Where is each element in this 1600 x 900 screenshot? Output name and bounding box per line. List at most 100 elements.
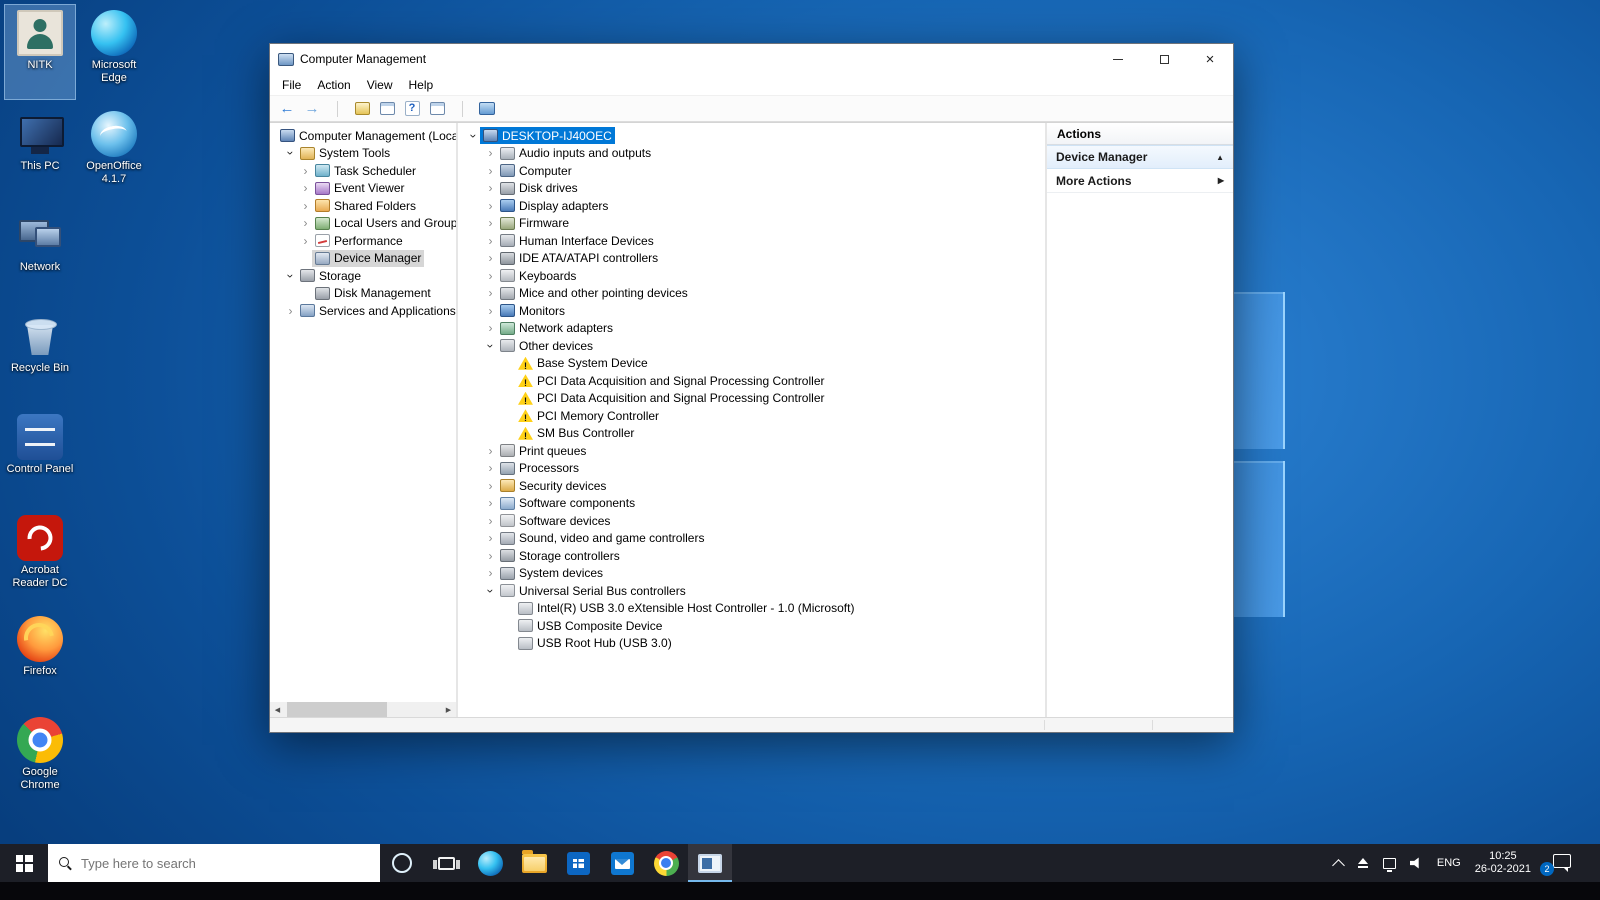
scrollbar-track[interactable] <box>285 702 441 717</box>
device-tree-item[interactable]: Processors <box>458 460 1045 478</box>
chevron-icon[interactable] <box>484 461 497 475</box>
device-tree-item[interactable]: IDE ATA/ATAPI controllers <box>458 250 1045 268</box>
chevron-icon[interactable] <box>299 164 312 178</box>
desktop-icon-nitk[interactable]: NITK <box>4 4 76 100</box>
chevron-icon[interactable] <box>484 164 497 178</box>
tree-shared-folders[interactable]: Shared Folders <box>270 197 456 215</box>
taskbar-computer-management[interactable] <box>688 844 732 882</box>
desktop-icon-control-panel[interactable]: Control Panel <box>4 408 76 504</box>
language-indicator[interactable]: ENG <box>1437 857 1461 869</box>
tree-performance[interactable]: Performance <box>270 232 456 250</box>
maximize-button[interactable] <box>1141 44 1187 74</box>
device-tree-item[interactable]: Software devices <box>458 512 1045 530</box>
safely-remove-hardware-icon[interactable] <box>1357 857 1369 869</box>
device-tree-item[interactable]: Mice and other pointing devices <box>458 285 1045 303</box>
tree-task-scheduler[interactable]: Task Scheduler <box>270 162 456 180</box>
chevron-icon[interactable] <box>484 216 497 230</box>
device-tree-item[interactable]: Network adapters <box>458 320 1045 338</box>
menu-action[interactable]: Action <box>309 74 358 95</box>
network-icon[interactable] <box>1382 857 1396 872</box>
volume-icon[interactable] <box>1409 857 1423 869</box>
device-pci-data-acquisition-1[interactable]: PCI Data Acquisition and Signal Processi… <box>458 372 1045 390</box>
desktop-icon-acrobat-reader[interactable]: Acrobat Reader DC <box>4 509 76 605</box>
device-root-desktop-ij40oec[interactable]: DESKTOP-IJ40OEC <box>458 127 1045 145</box>
chevron-icon[interactable] <box>484 286 497 300</box>
scroll-left-arrow[interactable]: ◀ <box>270 702 285 717</box>
chevron-icon[interactable] <box>484 584 498 597</box>
device-tree-item[interactable]: Disk drives <box>458 180 1045 198</box>
device-category-other-devices[interactable]: Other devices <box>458 337 1045 355</box>
chevron-icon[interactable] <box>484 304 497 318</box>
section-arrow-icon[interactable]: ▶ <box>1218 176 1224 185</box>
device-tree-item[interactable]: Sound, video and game controllers <box>458 530 1045 548</box>
taskbar-file-explorer[interactable] <box>512 844 556 882</box>
show-hide-button[interactable] <box>428 99 446 119</box>
tree-storage[interactable]: Storage <box>270 267 456 285</box>
chevron-icon[interactable] <box>484 531 497 545</box>
chevron-icon[interactable] <box>484 251 497 265</box>
chevron-icon[interactable] <box>299 216 312 230</box>
minimize-button[interactable] <box>1095 44 1141 74</box>
tree-computer-management-root[interactable]: Computer Management (Local) <box>270 127 456 145</box>
toolbar-separator[interactable] <box>328 99 346 119</box>
chevron-icon[interactable] <box>484 496 497 510</box>
scroll-right-arrow[interactable]: ▶ <box>441 702 456 717</box>
console-tree-button[interactable] <box>378 99 396 119</box>
device-intel-usb3-host-controller[interactable]: Intel(R) USB 3.0 eXtensible Host Control… <box>458 600 1045 618</box>
taskbar-store[interactable] <box>556 844 600 882</box>
menu-file[interactable]: File <box>274 74 309 95</box>
export-list-button[interactable] <box>353 99 371 119</box>
chevron-icon[interactable] <box>299 181 312 195</box>
desktop-icon-firefox[interactable]: Firefox <box>4 610 76 706</box>
device-tree-item[interactable]: Keyboards <box>458 267 1045 285</box>
chevron-icon[interactable] <box>484 199 497 213</box>
desktop-icon-recycle-bin[interactable]: Recycle Bin <box>4 307 76 403</box>
device-pci-memory-controller[interactable]: PCI Memory Controller <box>458 407 1045 425</box>
device-tree-item[interactable]: System devices <box>458 565 1045 583</box>
taskbar-mail[interactable] <box>600 844 644 882</box>
tree-system-tools[interactable]: System Tools <box>270 145 456 163</box>
taskbar-clock[interactable]: 10:25 26-02-2021 <box>1475 850 1531 876</box>
chevron-icon[interactable] <box>484 146 497 160</box>
device-base-system-device[interactable]: Base System Device <box>458 355 1045 373</box>
device-tree-item[interactable]: Software components <box>458 495 1045 513</box>
menu-view[interactable]: View <box>359 74 401 95</box>
tree-local-users-and-groups[interactable]: Local Users and Groups <box>270 215 456 233</box>
hidden-icons-chevron[interactable] <box>1332 857 1345 872</box>
device-tree-item[interactable]: Firmware <box>458 215 1045 233</box>
chevron-icon[interactable] <box>484 479 497 493</box>
device-tree-item[interactable]: Print queues <box>458 442 1045 460</box>
chevron-icon[interactable] <box>299 199 312 213</box>
desktop-icon-this-pc[interactable]: This PC <box>4 105 76 201</box>
tree-event-viewer[interactable]: Event Viewer <box>270 180 456 198</box>
menu-help[interactable]: Help <box>401 74 442 95</box>
actions-more-actions[interactable]: More Actions ▶ <box>1047 169 1233 193</box>
actions-device-manager[interactable]: Device Manager ▲ <box>1047 145 1233 169</box>
title-bar[interactable]: Computer Management × <box>270 44 1233 74</box>
device-usb-composite-device[interactable]: USB Composite Device <box>458 617 1045 635</box>
device-pci-data-acquisition-2[interactable]: PCI Data Acquisition and Signal Processi… <box>458 390 1045 408</box>
section-arrow-icon[interactable]: ▲ <box>1216 153 1224 162</box>
chevron-icon[interactable] <box>284 304 297 318</box>
chevron-icon[interactable] <box>484 444 497 458</box>
back-button[interactable] <box>278 99 296 119</box>
device-tree-item[interactable]: Audio inputs and outputs <box>458 145 1045 163</box>
chevron-icon[interactable] <box>299 234 312 248</box>
chevron-icon[interactable] <box>484 269 497 283</box>
device-category-usb-controllers[interactable]: Universal Serial Bus controllers <box>458 582 1045 600</box>
chevron-icon[interactable] <box>484 549 497 563</box>
taskbar-cortana[interactable] <box>380 844 424 882</box>
device-tree-item[interactable]: Display adapters <box>458 197 1045 215</box>
device-usb-root-hub[interactable]: USB Root Hub (USB 3.0) <box>458 635 1045 653</box>
chevron-icon[interactable] <box>484 181 497 195</box>
chevron-icon[interactable] <box>484 339 498 352</box>
device-tree-item[interactable]: Human Interface Devices <box>458 232 1045 250</box>
toolbar-separator[interactable] <box>453 99 471 119</box>
taskbar-edge[interactable] <box>468 844 512 882</box>
chevron-icon[interactable] <box>484 566 497 580</box>
device-tree-item[interactable]: Security devices <box>458 477 1045 495</box>
help-button[interactable] <box>403 99 421 119</box>
chevron-icon[interactable] <box>484 321 497 335</box>
chevron-icon[interactable] <box>484 234 497 248</box>
tree-disk-management[interactable]: Disk Management <box>270 285 456 303</box>
